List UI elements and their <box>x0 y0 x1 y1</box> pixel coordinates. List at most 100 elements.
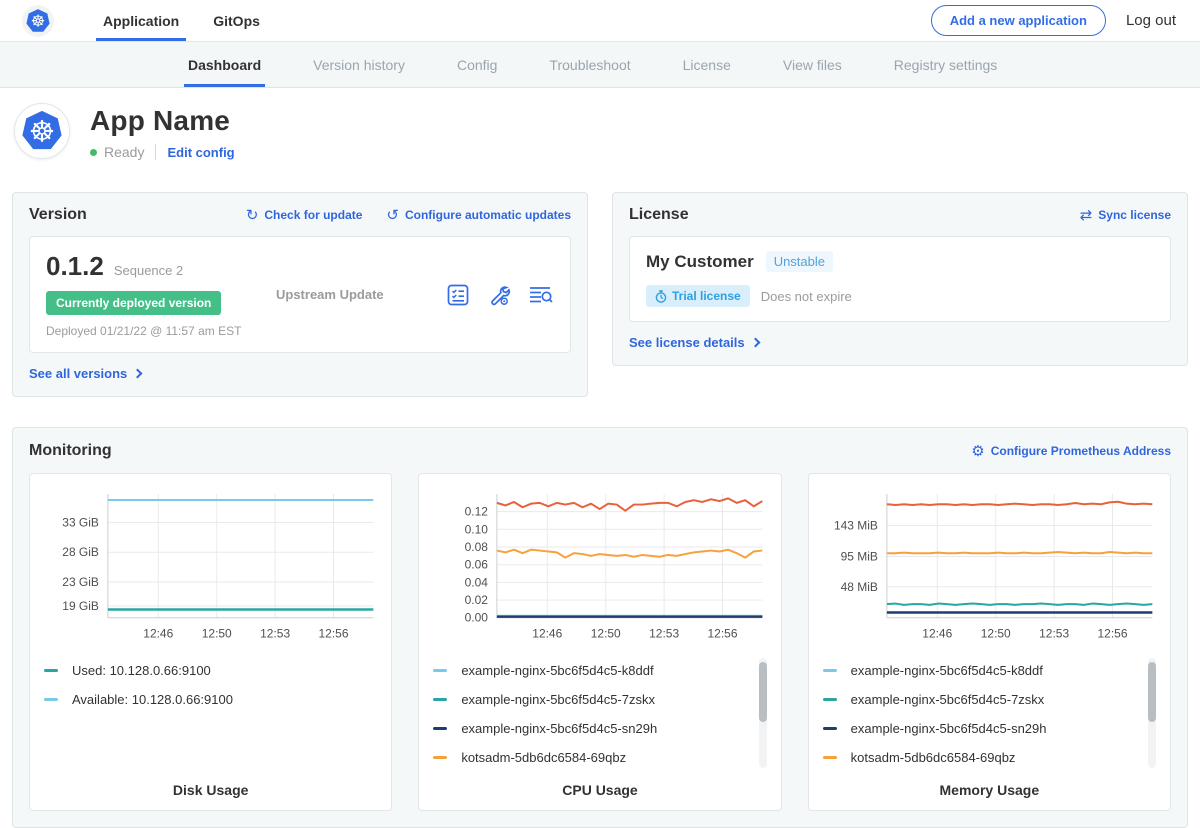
add-application-button[interactable]: Add a new application <box>931 5 1106 36</box>
configure-automatic-updates-button[interactable]: ↺ Configure automatic updates <box>386 208 571 223</box>
tab-dashboard[interactable]: Dashboard <box>162 42 287 87</box>
legend-item[interactable]: kotsadm-5db6dc6584-69qbz <box>433 743 750 772</box>
memory-usage-chart-title: Memory Usage <box>823 772 1156 798</box>
refresh-icon: ↻ <box>246 208 259 223</box>
svg-text:12:53: 12:53 <box>1039 627 1069 641</box>
legend-series-dash-icon <box>823 698 837 701</box>
configure-automatic-updates-label: Configure automatic updates <box>405 208 571 222</box>
cpu-usage-legend: example-nginx-5bc6f5d4c5-k8ddf example-ng… <box>433 656 766 772</box>
configure-prometheus-button[interactable]: ⚙ Configure Prometheus Address <box>971 444 1171 459</box>
tab-config[interactable]: Config <box>431 42 523 87</box>
legend-item[interactable]: Used: 10.128.0.66:9100 <box>44 656 361 685</box>
legend-scrollbar-thumb[interactable] <box>1148 662 1156 722</box>
disk-usage-legend: Used: 10.128.0.66:9100 Available: 10.128.… <box>44 656 377 714</box>
legend-series-dash-icon <box>433 669 447 672</box>
license-expiry: Does not expire <box>761 289 852 304</box>
legend-series-dash-icon <box>823 756 837 759</box>
license-card-title: License <box>629 206 689 224</box>
svg-text:☸: ☸ <box>31 11 46 30</box>
tab-registry-settings[interactable]: Registry settings <box>868 42 1023 87</box>
see-license-details-link[interactable]: See license details <box>629 335 759 350</box>
memory-usage-chart-card: 48 MiB95 MiB143 MiB12:4612:5012:5312:56 … <box>808 473 1171 811</box>
svg-text:19 GiB: 19 GiB <box>62 599 99 613</box>
deploy-logs-icon[interactable] <box>528 283 554 307</box>
app-kubernetes-icon: ☸ <box>14 103 70 159</box>
tab-troubleshoot-label: Troubleshoot <box>549 57 630 73</box>
configure-prometheus-label: Configure Prometheus Address <box>991 444 1171 458</box>
edit-config-link[interactable]: Edit config <box>167 145 234 160</box>
tab-config-label: Config <box>457 57 497 73</box>
currently-deployed-badge: Currently deployed version <box>46 291 221 315</box>
kubernetes-logo-icon[interactable]: ☸ <box>22 5 54 37</box>
monitoring-title: Monitoring <box>29 442 112 460</box>
svg-text:12:50: 12:50 <box>202 627 232 641</box>
legend-item[interactable]: kotsadm-5db6dc6584-69qbz <box>823 743 1140 772</box>
legend-series-dash-icon <box>823 669 837 672</box>
memory-usage-legend: example-nginx-5bc6f5d4c5-k8ddf example-ng… <box>823 656 1156 772</box>
tab-troubleshoot[interactable]: Troubleshoot <box>523 42 656 87</box>
check-for-update-button[interactable]: ↻ Check for update <box>246 208 363 223</box>
nav-tab-application-label: Application <box>103 13 179 29</box>
cpu-usage-chart-card: 0.000.020.040.060.080.100.1212:4612:5012… <box>418 473 781 811</box>
tab-view-files[interactable]: View files <box>757 42 868 87</box>
svg-text:☸: ☸ <box>29 115 55 149</box>
sync-license-button[interactable]: ⇄ Sync license <box>1080 208 1171 223</box>
legend-series-dash-icon <box>823 727 837 730</box>
legend-item[interactable]: example-nginx-5bc6f5d4c5-sn29h <box>823 714 1140 743</box>
current-version-panel: 0.1.2 Sequence 2 Currently deployed vers… <box>29 236 571 353</box>
tab-view-files-label: View files <box>783 57 842 73</box>
app-header: ☸ App Name Ready Edit config <box>0 88 1200 178</box>
tab-registry-settings-label: Registry settings <box>894 57 997 73</box>
sequence-label: Sequence 2 <box>114 263 183 278</box>
disk-usage-chart-title: Disk Usage <box>44 772 377 798</box>
legend-item[interactable]: example-nginx-5bc6f5d4c5-k8ddf <box>823 656 1140 685</box>
legend-series-label: example-nginx-5bc6f5d4c5-k8ddf <box>461 663 653 678</box>
legend-series-dash-icon <box>433 698 447 701</box>
legend-item[interactable]: Available: 10.128.0.66:9100 <box>44 685 361 714</box>
see-all-versions-link[interactable]: See all versions <box>29 366 141 381</box>
svg-text:0.04: 0.04 <box>465 575 489 589</box>
disk-usage-chart-card: 19 GiB23 GiB28 GiB33 GiB12:4612:5012:531… <box>29 473 392 811</box>
version-card: Version ↻ Check for update ↺ Configure a… <box>12 192 588 397</box>
svg-text:0.08: 0.08 <box>465 540 489 554</box>
legend-item[interactable]: example-nginx-5bc6f5d4c5-7zskx <box>433 685 750 714</box>
check-for-update-label: Check for update <box>264 208 362 222</box>
legend-series-label: Used: 10.128.0.66:9100 <box>72 663 211 678</box>
svg-text:12:53: 12:53 <box>260 627 290 641</box>
cpu-usage-chart: 0.000.020.040.060.080.100.1212:4612:5012… <box>433 486 766 644</box>
disk-usage-chart: 19 GiB23 GiB28 GiB33 GiB12:4612:5012:531… <box>44 486 377 644</box>
version-card-title: Version <box>29 206 87 224</box>
svg-text:12:46: 12:46 <box>143 627 173 641</box>
svg-text:23 GiB: 23 GiB <box>62 575 99 589</box>
deployed-timestamp: Deployed 01/21/22 @ 11:57 am EST <box>46 324 264 338</box>
memory-usage-chart: 48 MiB95 MiB143 MiB12:4612:5012:5312:56 <box>823 486 1156 644</box>
tab-version-history[interactable]: Version history <box>287 42 431 87</box>
logout-link[interactable]: Log out <box>1126 12 1176 29</box>
legend-scrollbar[interactable] <box>1148 658 1156 768</box>
tab-license[interactable]: License <box>657 42 757 87</box>
tab-version-history-label: Version history <box>313 57 405 73</box>
chevron-right-icon <box>750 338 760 348</box>
see-license-details-label: See license details <box>629 335 745 350</box>
legend-series-dash-icon <box>44 698 58 701</box>
legend-item[interactable]: example-nginx-5bc6f5d4c5-7zskx <box>823 685 1140 714</box>
license-card: License ⇄ Sync license My Customer Unsta… <box>612 192 1188 366</box>
clock-refresh-icon: ↺ <box>386 208 399 223</box>
legend-scrollbar[interactable] <box>759 658 767 768</box>
svg-text:48 MiB: 48 MiB <box>840 580 877 594</box>
legend-series-label: example-nginx-5bc6f5d4c5-k8ddf <box>851 663 1043 678</box>
svg-text:0.10: 0.10 <box>465 522 489 536</box>
legend-item[interactable]: example-nginx-5bc6f5d4c5-k8ddf <box>433 656 750 685</box>
svg-text:12:56: 12:56 <box>1097 627 1127 641</box>
legend-item[interactable]: example-nginx-5bc6f5d4c5-sn29h <box>433 714 750 743</box>
legend-scrollbar-thumb[interactable] <box>759 662 767 722</box>
trial-license-label: Trial license <box>672 289 741 303</box>
nav-tab-application[interactable]: Application <box>86 0 196 41</box>
config-wrench-icon[interactable] <box>487 283 511 307</box>
svg-text:12:50: 12:50 <box>591 627 621 641</box>
upstream-update-label: Upstream Update <box>276 287 384 302</box>
preflight-checks-icon[interactable] <box>446 283 470 307</box>
svg-text:33 GiB: 33 GiB <box>62 516 99 530</box>
nav-tab-gitops[interactable]: GitOps <box>196 0 277 41</box>
svg-text:12:46: 12:46 <box>533 627 563 641</box>
